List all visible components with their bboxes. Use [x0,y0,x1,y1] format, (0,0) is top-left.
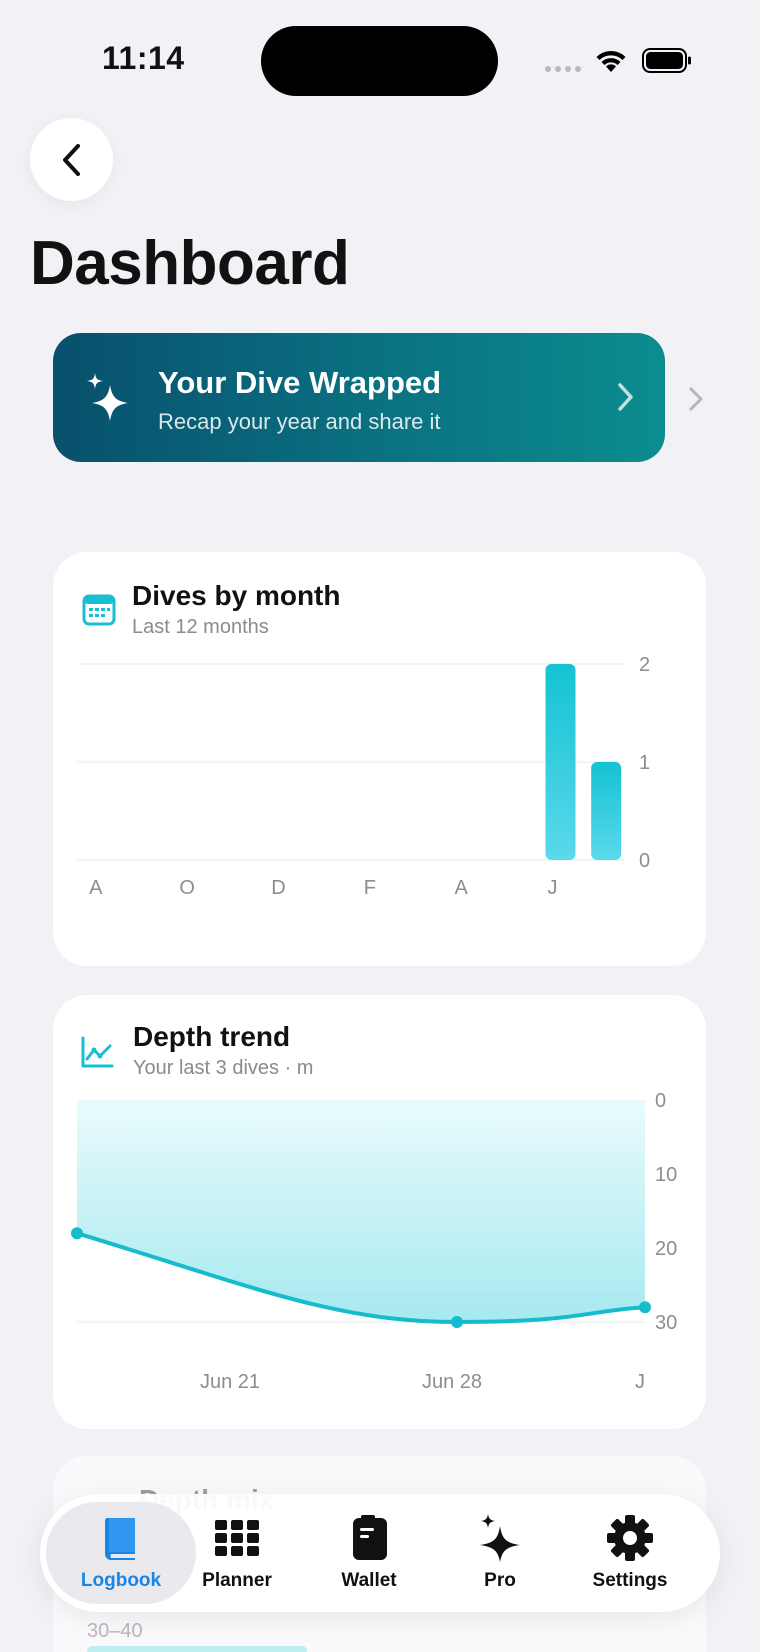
carousel-next-chevron-icon[interactable] [688,386,704,412]
tab-planner[interactable]: Planner [177,1502,297,1604]
dives-by-month-card[interactable]: Dives by month Last 12 months 012AODFAJ [53,552,706,966]
x-tick-label: O [179,877,195,899]
wrapped-title: Your Dive Wrapped [158,365,442,400]
book-icon [104,1518,135,1560]
dynamic-island [261,26,498,96]
tab-label: Pro [484,1570,516,1591]
depth-point [451,1316,463,1328]
tab-label: Settings [592,1570,668,1591]
tab-pro[interactable]: Pro [440,1502,560,1604]
back-button[interactable] [30,118,113,201]
y-tick-label: 30 [655,1312,677,1334]
x-tick-label: Jun 21 [200,1371,260,1393]
tab-bar: Logbook Planner Wallet Pro Settings [40,1494,720,1612]
x-tick-label: J [635,1371,645,1393]
tab-wallet[interactable]: Wallet [309,1502,429,1604]
depth-point [639,1301,651,1314]
bar [591,762,622,860]
x-tick-label: J [548,877,558,899]
chevron-right-icon [618,383,633,411]
sparkles-icon [480,1514,520,1562]
cellular-signal-icon [545,66,581,72]
grid-icon [215,1520,259,1556]
x-tick-label: A [89,877,103,899]
bar [545,664,576,860]
battery-icon [642,48,691,73]
depth-area [77,1100,645,1323]
wifi-icon [596,50,626,72]
dives-by-month-chart: 0 1 2 A O D F A J [77,654,650,899]
y-tick-label: 20 [655,1238,677,1260]
page-title: Dashboard [30,229,350,298]
depth-trend-card[interactable]: Depth trend Your last 3 dives · m 0 10 20 3… [53,995,706,1429]
tab-label: Planner [202,1570,272,1591]
status-time: 11:14 [102,40,185,76]
y-tick-label: 10 [655,1164,677,1186]
wrapped-subtitle: Recap your year and share it [158,409,441,434]
depth-point [71,1227,83,1240]
depth-mix-bar [87,1646,307,1652]
tab-settings[interactable]: Settings [570,1502,690,1604]
y-tick-label: 0 [639,850,650,872]
tab-label: Logbook [80,1570,162,1591]
gear-icon [607,1515,653,1561]
dive-wrapped-banner[interactable]: Your Dive Wrapped Recap your year and sh… [53,333,665,462]
tab-label: Wallet [341,1570,397,1591]
y-tick-label: 2 [639,654,650,676]
sparkles-icon [87,373,128,421]
x-tick-label: D [271,877,285,899]
tab-logbook[interactable]: Logbook [46,1502,196,1604]
y-tick-label: 1 [639,752,650,774]
chevron-left-icon [62,143,80,176]
depth-mix-range-label: 30–40 [87,1620,143,1642]
y-tick-label: 0 [655,1090,666,1112]
x-tick-label: A [454,877,468,899]
x-tick-label: F [364,877,376,899]
x-tick-label: Jun 28 [422,1371,482,1393]
depth-trend-chart: 0 10 20 30 Jun 21 Jun 28 J [71,1090,677,1393]
wallet-icon [353,1515,387,1560]
